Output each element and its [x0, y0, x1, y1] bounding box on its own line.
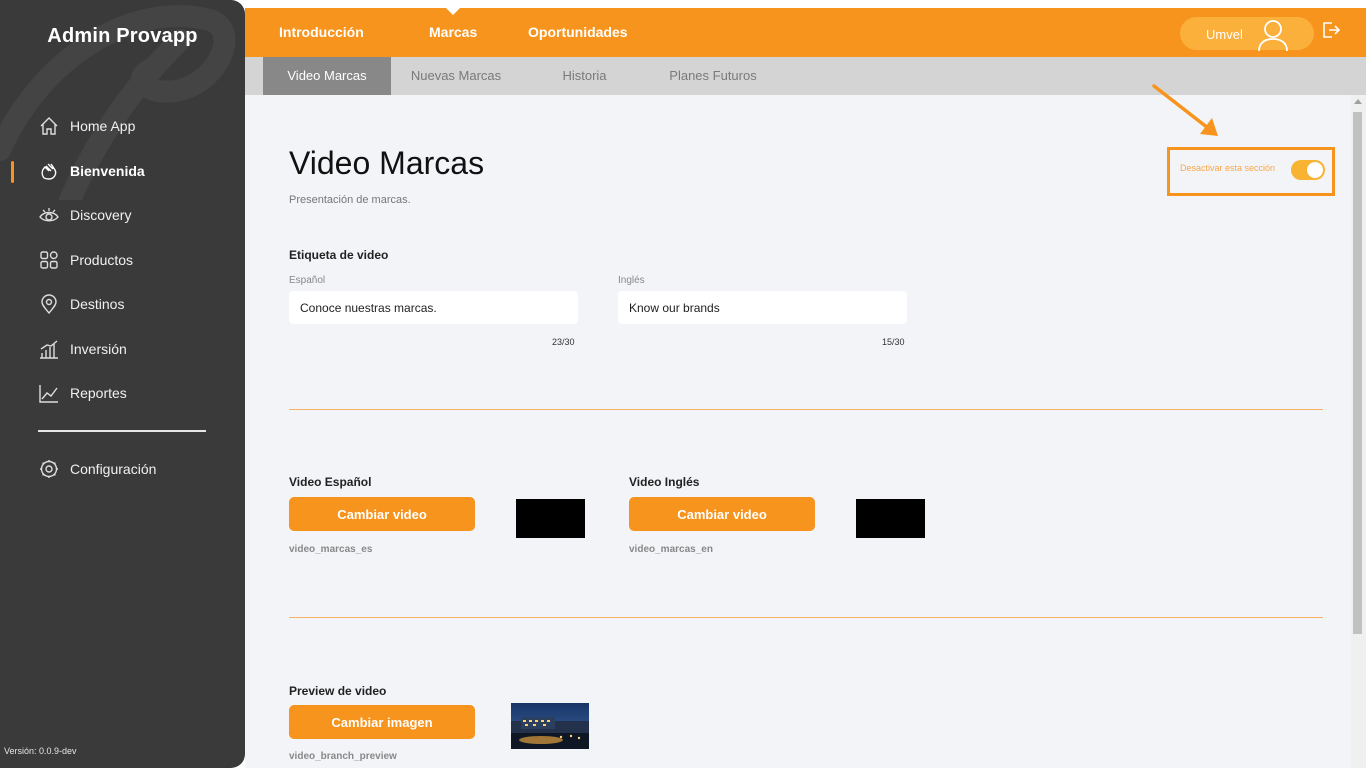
tab-marcas[interactable]: Marcas	[429, 8, 477, 40]
english-field-label: Inglés	[618, 275, 645, 286]
sidebar-item-reportes[interactable]: Reportes	[0, 371, 245, 416]
sidebar-item-productos[interactable]: Productos	[0, 238, 245, 283]
sidebar-item-bienvenida[interactable]: Bienvenida	[0, 149, 245, 194]
sidebar-item-label: Inversión	[70, 340, 127, 357]
app-title: Admin Provapp	[47, 25, 198, 47]
logout-icon[interactable]	[1321, 20, 1341, 45]
section-divider	[289, 409, 1323, 410]
change-video-en-button[interactable]: Cambiar video	[629, 497, 815, 531]
main-content: Video Marcas Presentación de marcas. Des…	[245, 95, 1351, 768]
user-icon	[1256, 18, 1290, 54]
toggle-knob	[1307, 162, 1323, 178]
sidebar-divider	[38, 430, 206, 432]
english-char-counter: 15/30	[882, 337, 905, 347]
preview-heading: Preview de video	[289, 684, 387, 698]
toggle-highlight-box: Desactivar esta sección	[1167, 147, 1335, 196]
video-es-preview[interactable]	[516, 499, 585, 538]
preview-image[interactable]	[511, 703, 589, 749]
toggle-label: Desactivar esta sección	[1180, 163, 1276, 173]
sidebar-item-configuracion[interactable]: Configuración	[0, 447, 245, 492]
page-subtitle: Presentación de marcas.	[289, 194, 411, 206]
spanish-field-label: Español	[289, 275, 326, 286]
disable-section-toggle[interactable]	[1291, 160, 1325, 180]
subtab-planes-futuros[interactable]: Planes Futuros	[653, 57, 773, 95]
spanish-char-counter: 23/30	[552, 337, 575, 347]
version-label: Versión: 0.0.9-dev	[4, 746, 77, 756]
sidebar-item-label: Discovery	[70, 207, 132, 224]
change-video-es-button[interactable]: Cambiar video	[289, 497, 475, 531]
video-en-heading: Video Inglés	[629, 475, 700, 489]
spanish-label-input[interactable]	[289, 291, 578, 324]
sidebar-item-inversion[interactable]: Inversión	[0, 327, 245, 372]
scrollbar-thumb[interactable]	[1353, 112, 1362, 634]
eye-icon	[38, 204, 60, 226]
sidebar: Admin Provapp Home App Bienvenida Discov…	[0, 0, 245, 768]
sidebar-item-label: Productos	[70, 251, 134, 268]
subtab-video-marcas[interactable]: Video Marcas	[263, 57, 391, 95]
video-en-preview[interactable]	[856, 499, 925, 538]
change-image-button[interactable]: Cambiar imagen	[289, 705, 475, 739]
sidebar-item-label: Configuración	[70, 461, 157, 478]
subtab-historia[interactable]: Historia	[541, 57, 628, 95]
gear-icon	[38, 458, 60, 480]
page-title: Video Marcas	[289, 145, 485, 181]
video-es-filename: video_marcas_es	[289, 544, 373, 555]
tab-introduccion[interactable]: Introducción	[279, 24, 364, 40]
grid-icon	[38, 249, 60, 271]
english-label-input[interactable]	[618, 291, 907, 324]
location-pin-icon	[38, 293, 60, 315]
user-menu[interactable]: Umvel	[1180, 17, 1314, 52]
video-en-filename: video_marcas_en	[629, 544, 713, 555]
sidebar-item-discovery[interactable]: Discovery	[0, 193, 245, 238]
sidebar-item-label: Bienvenida	[70, 162, 145, 179]
subtab-nuevas-marcas[interactable]: Nuevas Marcas	[391, 57, 521, 95]
annotation-arrow	[1152, 84, 1218, 136]
section-divider	[289, 617, 1323, 618]
preview-filename: video_branch_preview	[289, 751, 397, 762]
sidebar-nav: Home App Bienvenida Discovery Productos …	[0, 104, 245, 416]
top-nav-bar: Introducción Marcas Oportunidades Umvel	[245, 8, 1366, 57]
sidebar-item-label: Reportes	[70, 385, 127, 402]
tab-oportunidades[interactable]: Oportunidades	[528, 24, 628, 40]
sidebar-item-destinos[interactable]: Destinos	[0, 282, 245, 327]
scroll-up-arrow[interactable]	[1354, 99, 1362, 104]
sidebar-item-home-app[interactable]: Home App	[0, 104, 245, 149]
sidebar-item-label: Destinos	[70, 296, 125, 313]
bar-chart-icon	[38, 338, 60, 360]
line-chart-icon	[38, 382, 60, 404]
waving-hand-icon	[38, 160, 60, 182]
video-es-heading: Video Español	[289, 475, 372, 489]
sidebar-item-label: Home App	[70, 118, 136, 135]
video-label-heading: Etiqueta de video	[289, 248, 389, 262]
user-name: Umvel	[1206, 27, 1243, 42]
home-icon	[38, 115, 60, 137]
